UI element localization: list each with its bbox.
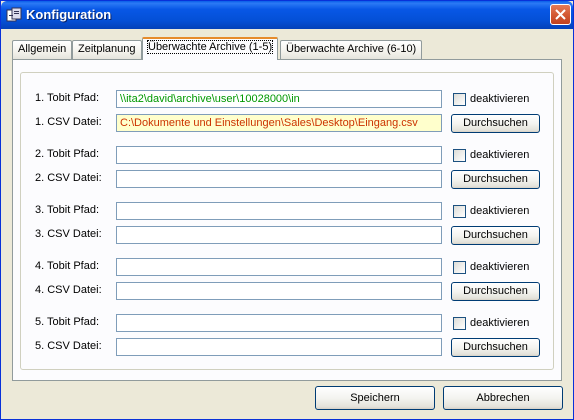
cancel-button[interactable]: Abbrechen bbox=[443, 386, 563, 410]
tobit-path-input-1[interactable]: \\ita2\david\archive\user\10028000\in bbox=[116, 90, 442, 108]
app-icon bbox=[6, 7, 22, 22]
tab-allgemein[interactable]: Allgemein bbox=[12, 40, 73, 59]
deactivate-label: deaktivieren bbox=[470, 261, 530, 273]
tobit-path-label: 4. Tobit Pfad: bbox=[35, 260, 100, 272]
title-bar[interactable]: Konfiguration bbox=[1, 1, 573, 29]
save-button[interactable]: Speichern bbox=[315, 386, 435, 410]
browse-button-5[interactable]: Durchsuchen bbox=[451, 338, 540, 357]
tobit-path-input-2[interactable] bbox=[116, 146, 442, 164]
tab-zeitplanung[interactable]: Zeitplanung bbox=[72, 40, 142, 59]
deactivate-checkbox-1[interactable] bbox=[453, 93, 466, 106]
browse-button-4[interactable]: Durchsuchen bbox=[451, 282, 540, 301]
csv-file-input-5[interactable] bbox=[116, 338, 442, 356]
tobit-path-label: 1. Tobit Pfad: bbox=[35, 92, 100, 104]
csv-file-input-4[interactable] bbox=[116, 282, 442, 300]
csv-file-label: 5. CSV Datei: bbox=[35, 340, 102, 352]
tobit-path-input-3[interactable] bbox=[116, 202, 442, 220]
browse-button-3[interactable]: Durchsuchen bbox=[451, 226, 540, 245]
csv-file-label: 1. CSV Datei: bbox=[35, 116, 102, 128]
window-title: Konfiguration bbox=[26, 7, 112, 22]
csv-file-label: 3. CSV Datei: bbox=[35, 228, 102, 240]
deactivate-checkbox-5[interactable] bbox=[453, 317, 466, 330]
deactivate-checkbox-3[interactable] bbox=[453, 205, 466, 218]
csv-file-label: 2. CSV Datei: bbox=[35, 172, 102, 184]
tab-archive-6-10[interactable]: Überwachte Archive (6-10) bbox=[280, 40, 423, 59]
csv-file-input-2[interactable] bbox=[116, 170, 442, 188]
tab-archive-1-5[interactable]: Überwachte Archive (1-5) bbox=[142, 37, 279, 60]
deactivate-label: deaktivieren bbox=[470, 317, 530, 329]
tab-label: Zeitplanung bbox=[78, 43, 136, 55]
csv-file-input-3[interactable] bbox=[116, 226, 442, 244]
tab-panel: 1. Tobit Pfad: \\ita2\david\archive\user… bbox=[12, 59, 562, 381]
csv-file-label: 4. CSV Datei: bbox=[35, 284, 102, 296]
deactivate-label: deaktivieren bbox=[470, 205, 530, 217]
csv-file-input-1[interactable]: C:\Dokumente und Einstellungen\Sales\Des… bbox=[116, 114, 442, 132]
close-button[interactable] bbox=[550, 4, 571, 25]
deactivate-checkbox-2[interactable] bbox=[453, 149, 466, 162]
tab-label: Überwachte Archive (6-10) bbox=[286, 43, 417, 55]
deactivate-checkbox-4[interactable] bbox=[453, 261, 466, 274]
tab-label: Überwachte Archive (1-5) bbox=[146, 40, 274, 54]
browse-button-2[interactable]: Durchsuchen bbox=[451, 170, 540, 189]
tobit-path-label: 3. Tobit Pfad: bbox=[35, 204, 100, 216]
close-icon bbox=[555, 9, 566, 20]
tobit-path-label: 2. Tobit Pfad: bbox=[35, 148, 100, 160]
dialog-client: Allgemein Zeitplanung Überwachte Archive… bbox=[4, 29, 570, 418]
browse-button-1[interactable]: Durchsuchen bbox=[451, 114, 540, 133]
configuration-window: Konfiguration Allgemein Zeitplanung Über… bbox=[0, 0, 574, 420]
tobit-path-label: 5. Tobit Pfad: bbox=[35, 316, 100, 328]
deactivate-label: deaktivieren bbox=[470, 93, 530, 105]
tobit-path-input-4[interactable] bbox=[116, 258, 442, 276]
tab-label: Allgemein bbox=[18, 43, 67, 55]
deactivate-label: deaktivieren bbox=[470, 149, 530, 161]
tobit-path-input-5[interactable] bbox=[116, 314, 442, 332]
